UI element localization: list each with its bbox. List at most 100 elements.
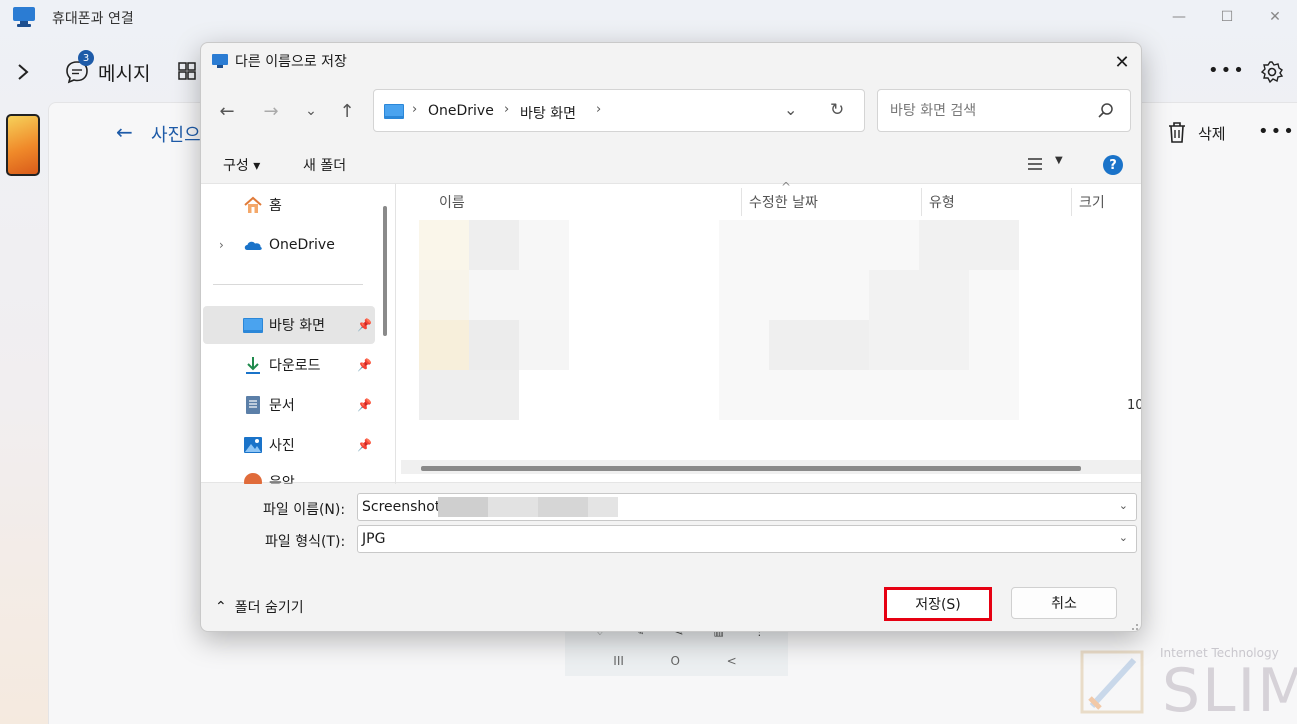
sidebar-item-onedrive[interactable]: › OneDrive (203, 226, 375, 264)
blurred-file-thumbnail (419, 220, 469, 270)
resize-grip-icon[interactable] (1129, 621, 1139, 631)
new-folder-button[interactable]: 새 폴더 (303, 155, 346, 175)
more-options-icon[interactable]: ••• (1208, 60, 1246, 81)
column-separator[interactable] (921, 188, 922, 216)
sidebar-item-downloads[interactable]: 다운로드 📌 (203, 346, 375, 384)
breadcrumb-separator: › (412, 102, 418, 117)
onedrive-cloud-icon (244, 241, 262, 250)
pin-icon[interactable]: 📌 (357, 358, 372, 372)
back-button[interactable]: < (727, 654, 737, 668)
up-arrow-icon[interactable]: ↑ (335, 99, 359, 123)
navigation-row: ← → ⌄ ↑ › OneDrive › 바탕 화면 › ⌄ ↻ (201, 89, 1141, 133)
pin-icon[interactable]: 📌 (357, 398, 372, 412)
sidebar-item-label: OneDrive (269, 237, 335, 253)
cancel-button[interactable]: 취소 (1011, 587, 1117, 619)
expand-chevron-icon[interactable]: › (219, 238, 224, 252)
desktop-icon (384, 104, 404, 119)
filename-dropdown-chevron-icon[interactable]: ⌄ (1119, 499, 1128, 512)
pin-icon[interactable]: 📌 (357, 438, 372, 452)
filetype-select[interactable]: JPG ⌄ (357, 525, 1137, 553)
download-icon (246, 357, 260, 374)
redacted-text (588, 497, 618, 517)
filename-value[interactable]: Screenshot_ (362, 499, 447, 515)
dialog-body: 홈 › OneDrive 바탕 화면 📌 다운로드 📌 문서 📌 사진 📌 음악… (201, 180, 1141, 484)
blurred-file-cell (469, 220, 519, 270)
save-button[interactable]: 저장(S) (884, 587, 992, 621)
filename-field[interactable]: Screenshot_ ⌄ (357, 493, 1137, 521)
document-icon (246, 396, 260, 414)
sidebar-item-home[interactable]: 홈 (203, 186, 375, 224)
maximize-button[interactable]: ☐ (1204, 4, 1250, 30)
watermark-logo-icon (1080, 650, 1144, 714)
sidebar-separator (213, 284, 363, 285)
blurred-file-cell (419, 370, 519, 420)
save-as-dialog: 다른 이름으로 저장 ✕ ← → ⌄ ↑ › OneDrive › 바탕 화면 … (200, 42, 1142, 632)
messages-tab[interactable]: 3 메시지 (64, 50, 150, 88)
recent-locations-chevron-icon[interactable]: ⌄ (299, 99, 323, 123)
window-close-button[interactable]: ✕ (1252, 4, 1297, 30)
column-header-date[interactable]: 수정한 날짜 (749, 192, 818, 212)
dialog-close-button[interactable]: ✕ (1107, 49, 1137, 75)
back-arrow-icon[interactable]: ← (116, 120, 133, 144)
blurred-file-thumbnail (419, 270, 469, 320)
phone-thumbnail[interactable] (6, 114, 40, 176)
column-header-type[interactable]: 유형 (929, 192, 955, 212)
filename-fields: 파일 이름(N): Screenshot_ ⌄ 파일 형식(T): JPG ⌄ (201, 489, 1141, 559)
expand-sidebar-chevron-icon[interactable] (14, 60, 32, 84)
delete-label[interactable]: 삭제 (1198, 123, 1226, 144)
minimize-button[interactable]: — (1156, 4, 1202, 30)
dialog-title: 다른 이름으로 저장 (235, 54, 347, 70)
blurred-file-cell (469, 320, 519, 370)
sidebar-item-label: 홈 (269, 198, 282, 214)
settings-gear-icon[interactable] (1260, 60, 1284, 84)
home-button[interactable]: O (671, 654, 680, 668)
redacted-text (488, 497, 538, 517)
filetype-dropdown-chevron-icon[interactable]: ⌄ (1119, 531, 1128, 544)
back-arrow-icon[interactable]: ← (215, 99, 239, 123)
organize-menu[interactable]: 구성 ▾ (223, 155, 260, 175)
app-title-bar: 휴대폰과 연결 — ☐ ✕ (0, 0, 1297, 34)
sidebar-item-pictures[interactable]: 사진 📌 (203, 426, 375, 464)
refresh-icon[interactable]: ↻ (830, 100, 844, 120)
horizontal-scrollbar[interactable] (421, 466, 1081, 471)
photos-back-label[interactable]: 사진으 (151, 121, 201, 147)
sidebar-item-label: 문서 (269, 398, 295, 414)
view-dropdown-icon[interactable]: ▼ (1055, 155, 1063, 166)
breadcrumb-onedrive[interactable]: OneDrive (428, 103, 494, 119)
address-bar[interactable]: › OneDrive › 바탕 화면 › ⌄ ↻ (373, 89, 865, 132)
breadcrumb-separator[interactable]: › (596, 102, 601, 117)
blurred-file-cell (469, 270, 569, 320)
more-options-icon[interactable]: ••• (1258, 121, 1296, 142)
breadcrumb-desktop[interactable]: 바탕 화면 (520, 103, 576, 123)
pane-divider[interactable] (395, 184, 396, 484)
redacted-text (438, 497, 488, 517)
blurred-file-cell (519, 220, 569, 270)
phone-navigation-bar: III O < (590, 654, 760, 668)
column-separator[interactable] (1071, 188, 1072, 216)
phone-link-logo-icon (13, 7, 35, 27)
sidebar-item-music[interactable]: 음악 (203, 466, 375, 484)
sidebar-scrollbar[interactable] (383, 206, 387, 336)
app-title: 휴대폰과 연결 (52, 11, 134, 27)
view-options-icon[interactable] (1027, 157, 1043, 171)
search-input[interactable] (890, 100, 1090, 122)
navigation-pane: 홈 › OneDrive 바탕 화면 📌 다운로드 📌 문서 📌 사진 📌 음악 (201, 184, 395, 484)
dialog-title-bar: 다른 이름으로 저장 ✕ (201, 43, 1141, 79)
address-dropdown-chevron-icon[interactable]: ⌄ (784, 100, 797, 119)
hide-folders-toggle[interactable]: ⌃ 폴더 숨기기 (215, 597, 304, 617)
trash-icon[interactable] (1166, 120, 1188, 144)
pictures-icon (244, 437, 262, 453)
help-icon[interactable]: ? (1103, 155, 1123, 175)
forward-arrow-icon[interactable]: → (259, 99, 283, 123)
column-header-size[interactable]: 크기 (1079, 192, 1105, 212)
home-icon (244, 196, 262, 213)
pin-icon[interactable]: 📌 (357, 318, 372, 332)
column-header-name[interactable]: 이름 (439, 192, 465, 212)
sidebar-item-documents[interactable]: 문서 📌 (203, 386, 375, 424)
desktop-icon (243, 318, 263, 333)
column-separator[interactable] (741, 188, 742, 216)
search-box[interactable] (877, 89, 1131, 132)
recents-button[interactable]: III (613, 654, 624, 668)
apps-tab-icon[interactable] (178, 62, 196, 80)
sidebar-item-desktop[interactable]: 바탕 화면 📌 (203, 306, 375, 344)
